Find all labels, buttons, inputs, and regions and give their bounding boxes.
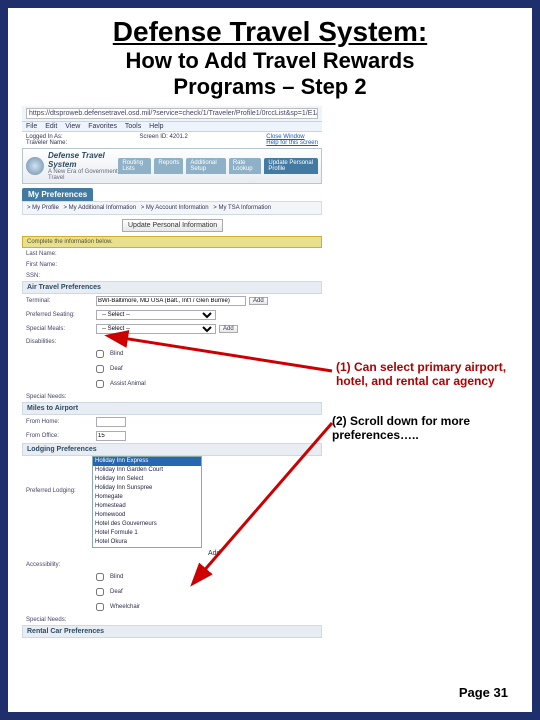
crumb-addl-info[interactable]: > My Additional Information <box>64 205 137 211</box>
lodging-opt-8[interactable]: Hotel Formule 1 <box>93 529 201 538</box>
dts-header: Defense Travel System A New Era of Gover… <box>22 148 322 184</box>
lodging-opt-9[interactable]: Hotel Okura <box>93 538 201 547</box>
lodging-opt-3[interactable]: Holiday Inn Sunspree <box>93 484 201 493</box>
accessibility-checkboxes: Blind Deaf Wheelchair <box>22 570 322 614</box>
disabilities-checkboxes: Blind Deaf Assist Animal <box>22 347 322 391</box>
menu-edit[interactable]: Edit <box>45 123 57 130</box>
dts-screenshot: https://dtsproweb.defensetravel.osd.mil/… <box>22 106 322 638</box>
lodging-opt-4[interactable]: Homegate <box>93 493 201 502</box>
label-lodging-special: Special Needs: <box>26 617 96 623</box>
chk-acc-deaf[interactable] <box>96 588 104 596</box>
label-ssn: SSN: <box>26 273 96 279</box>
label-last-name: Last Name: <box>26 251 96 257</box>
label-special-needs: Special Needs: <box>26 394 96 400</box>
tab-rate-lookup[interactable]: Rate Lookup <box>229 158 262 174</box>
lodging-opt-2[interactable]: Holiday Inn Select <box>93 475 201 484</box>
dts-brand: Defense Travel System <box>48 151 118 169</box>
label-disabilities: Disabilities: <box>26 339 96 345</box>
lodging-opt-0[interactable]: Holiday Inn Express <box>93 457 201 466</box>
lodging-add-button[interactable]: Add <box>208 550 220 557</box>
update-personal-info-button[interactable]: Update Personal Information <box>122 219 223 232</box>
complete-info-banner: Complete the information below. <box>22 236 322 248</box>
crumb-account-info[interactable]: > My Account Information <box>141 205 209 211</box>
dts-nav-tabs: Routing Lists Reports Additional Setup R… <box>118 158 318 174</box>
label-preferred-lodging: Preferred Lodging: <box>26 488 96 494</box>
page-number: Page 31 <box>459 685 508 700</box>
special-meals-select[interactable]: -- Select -- <box>96 324 216 334</box>
tab-update-profile[interactable]: Update Personal Profile <box>264 158 318 174</box>
crumb-tsa-info[interactable]: > My TSA Information <box>213 205 271 211</box>
air-travel-header: Air Travel Preferences <box>22 281 322 294</box>
label-accessibility: Accessibility: <box>26 562 96 568</box>
status-row: Logged In As: Traveler Name: Screen ID: … <box>22 132 322 148</box>
menu-view[interactable]: View <box>65 123 80 130</box>
label-preferred-seating: Preferred Seating: <box>26 312 96 318</box>
menu-tools[interactable]: Tools <box>125 123 141 130</box>
label-special-meals: Special Meals: <box>26 326 96 332</box>
help-screen-link[interactable]: Help for this screen <box>266 140 318 146</box>
label-from-home: From Home: <box>26 419 96 425</box>
slide-title-line2: How to Add Travel Rewards <box>8 48 532 74</box>
browser-menubar: File Edit View Favorites Tools Help <box>22 122 322 132</box>
crumb-profile[interactable]: > My Profile <box>27 205 59 211</box>
from-home-field[interactable] <box>96 417 126 427</box>
menu-help[interactable]: Help <box>149 123 163 130</box>
chk-acc-wheelchair[interactable] <box>96 603 104 611</box>
tab-routing[interactable]: Routing Lists <box>118 158 151 174</box>
label-first-name: First Name: <box>26 262 96 268</box>
annotation-1: (1) Can select primary airport, hotel, a… <box>336 360 521 388</box>
breadcrumb: > My Profile > My Additional Information… <box>22 201 322 215</box>
menu-file[interactable]: File <box>26 123 37 130</box>
screen-id: Screen ID: 4201.2 <box>140 134 188 146</box>
lodging-opt-7[interactable]: Hotel des Gouverneurs <box>93 520 201 529</box>
chk-deaf[interactable] <box>96 365 104 373</box>
terminal-field[interactable] <box>96 296 246 306</box>
chk-assist-animal[interactable] <box>96 380 104 388</box>
browser-address-bar: https://dtsproweb.defensetravel.osd.mil/… <box>22 106 322 122</box>
slide-title-line1: Defense Travel System: <box>8 16 532 48</box>
status-traveler: Traveler Name: <box>26 140 67 146</box>
dts-tagline: A New Era of Government Travel <box>48 169 118 181</box>
browser-url: https://dtsproweb.defensetravel.osd.mil/… <box>26 108 318 119</box>
preferred-lodging-listbox[interactable]: Holiday Inn Express Holiday Inn Garden C… <box>92 456 202 548</box>
lodging-opt-6[interactable]: Homewood <box>93 511 201 520</box>
tab-additional-setup[interactable]: Additional Setup <box>186 158 225 174</box>
meals-add-button[interactable]: Add <box>219 325 238 333</box>
label-from-office: From Office: <box>26 433 96 439</box>
from-office-field[interactable] <box>96 431 126 441</box>
preferred-seating-select[interactable]: -- Select -- <box>96 310 216 320</box>
annotation-2: (2) Scroll down for more preferences….. <box>332 414 517 442</box>
label-terminal: Terminal: <box>26 298 96 304</box>
lodging-prefs-header: Lodging Preferences <box>22 443 322 456</box>
dts-logo-icon <box>26 157 44 175</box>
rental-car-header: Rental Car Preferences <box>22 625 322 638</box>
slide-title-line3: Programs – Step 2 <box>8 74 532 100</box>
my-preferences-tab[interactable]: My Preferences <box>22 188 93 201</box>
chk-acc-blind[interactable] <box>96 573 104 581</box>
menu-favorites[interactable]: Favorites <box>88 123 117 130</box>
miles-to-airport-header: Miles to Airport <box>22 402 322 415</box>
terminal-add-button[interactable]: Add <box>249 297 268 305</box>
tab-reports[interactable]: Reports <box>154 158 183 174</box>
lodging-opt-1[interactable]: Holiday Inn Garden Court <box>93 466 201 475</box>
chk-blind[interactable] <box>96 350 104 358</box>
lodging-opt-5[interactable]: Homestead <box>93 502 201 511</box>
